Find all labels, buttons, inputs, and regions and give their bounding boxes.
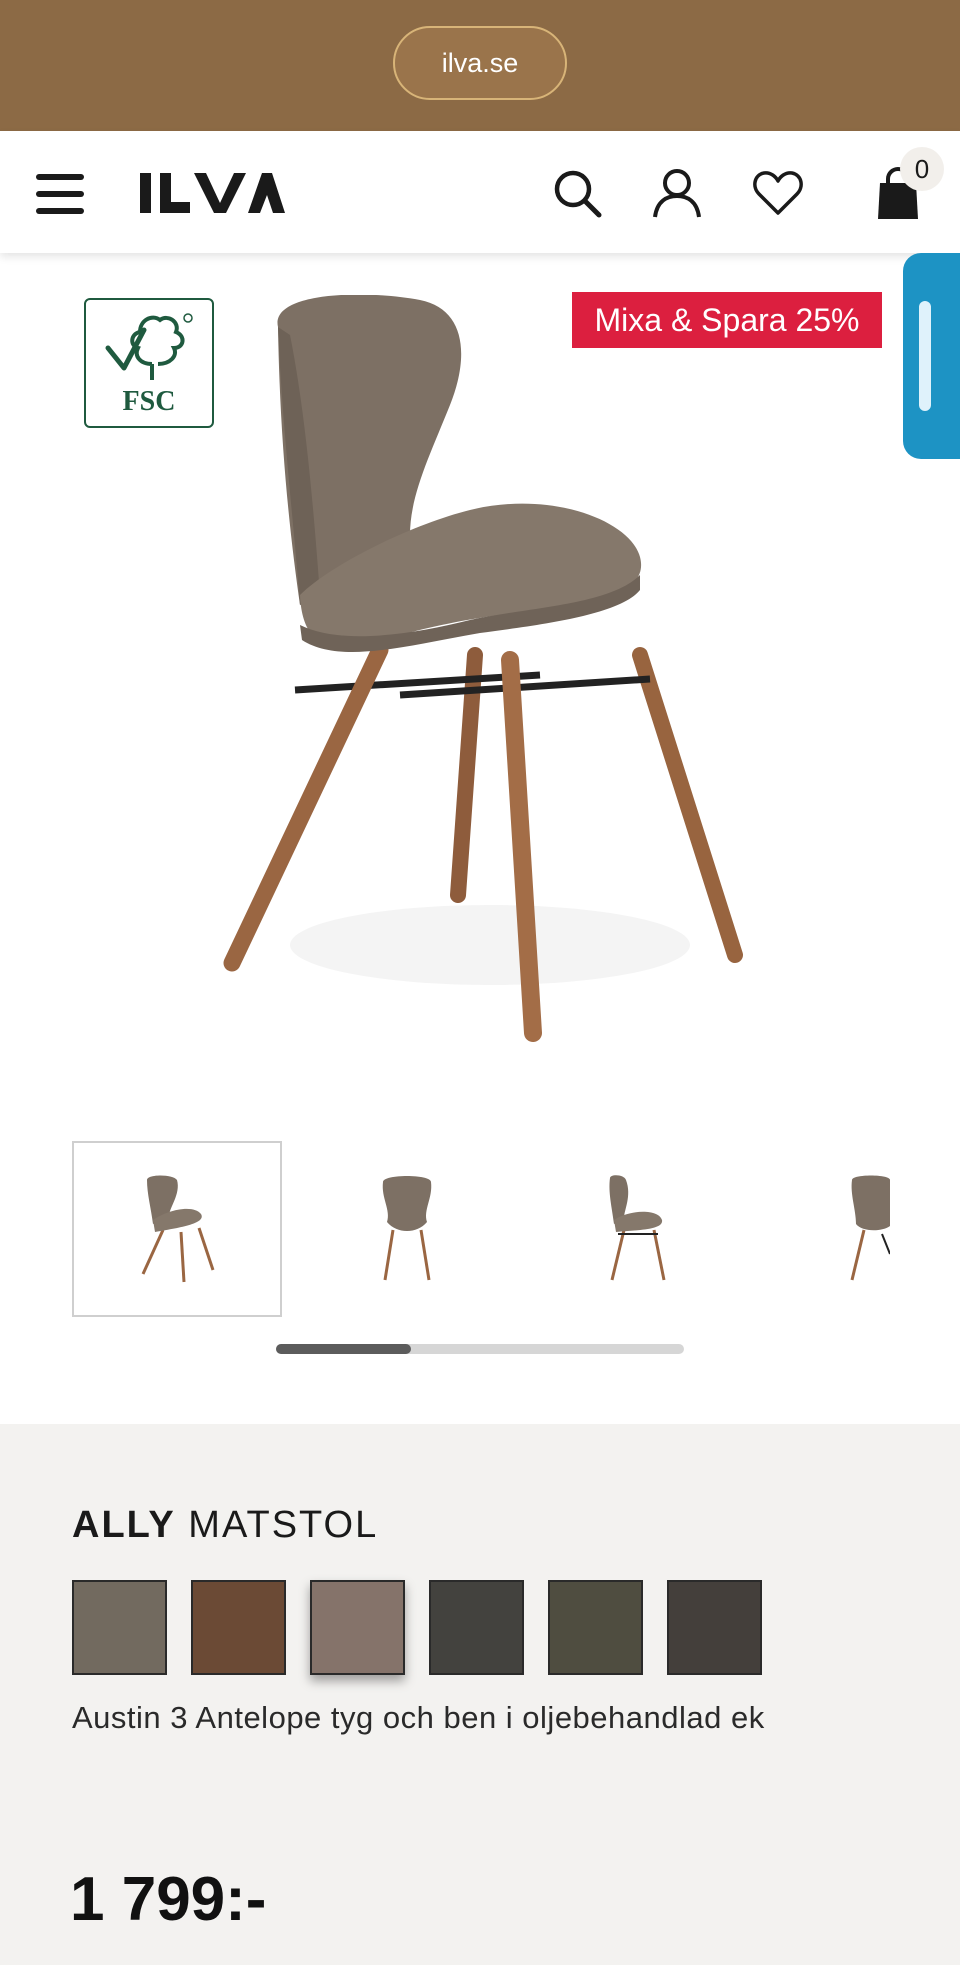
product-title: ALLY MATSTOL bbox=[72, 1504, 378, 1547]
fsc-certification-badge: FSC bbox=[84, 298, 214, 428]
cart-count-badge: 0 bbox=[900, 147, 944, 191]
thumbnail-4[interactable] bbox=[762, 1141, 890, 1317]
color-swatch-3[interactable] bbox=[310, 1580, 405, 1675]
color-swatch-4[interactable] bbox=[429, 1580, 524, 1675]
color-swatch-5[interactable] bbox=[548, 1580, 643, 1675]
variant-description: Austin 3 Antelope tyg och ben i oljebeha… bbox=[72, 1700, 765, 1735]
chair-thumbnail-image bbox=[850, 1175, 890, 1281]
chair-thumbnail-image bbox=[382, 1176, 432, 1281]
heart-icon[interactable] bbox=[752, 167, 804, 219]
product-brand: ALLY bbox=[72, 1504, 176, 1546]
product-image[interactable] bbox=[210, 295, 750, 1055]
tree-check-icon bbox=[105, 313, 193, 380]
account-icon[interactable] bbox=[651, 167, 703, 219]
side-tab-handle bbox=[919, 301, 931, 411]
color-swatch-2[interactable] bbox=[191, 1580, 286, 1675]
chair-thumbnail-image bbox=[609, 1175, 666, 1281]
thumbnail-3[interactable] bbox=[532, 1141, 742, 1317]
color-swatch-6[interactable] bbox=[667, 1580, 762, 1675]
menu-icon[interactable] bbox=[36, 174, 84, 214]
product-type: MATSTOL bbox=[188, 1504, 379, 1546]
product-price: 1 799:- bbox=[70, 1865, 267, 1934]
color-swatch-1[interactable] bbox=[72, 1580, 167, 1675]
url-field[interactable]: ilva.se bbox=[393, 26, 567, 100]
product-info-panel: ALLY MATSTOL Austin 3 Antelope tyg och b… bbox=[0, 1424, 960, 1965]
side-feedback-tab[interactable] bbox=[903, 253, 960, 459]
fsc-label: FSC bbox=[122, 386, 176, 417]
chair-thumbnail-image bbox=[141, 1175, 215, 1283]
thumbnail-2[interactable] bbox=[302, 1141, 512, 1317]
browser-address-bar: ilva.se bbox=[0, 0, 960, 131]
gallery-scrollbar[interactable] bbox=[276, 1344, 684, 1354]
site-header: 0 bbox=[0, 131, 960, 253]
thumbnail-1[interactable] bbox=[72, 1141, 282, 1317]
ilva-logo[interactable] bbox=[140, 171, 285, 215]
search-icon[interactable] bbox=[551, 167, 603, 219]
gallery-scrollbar-thumb[interactable] bbox=[276, 1344, 411, 1354]
